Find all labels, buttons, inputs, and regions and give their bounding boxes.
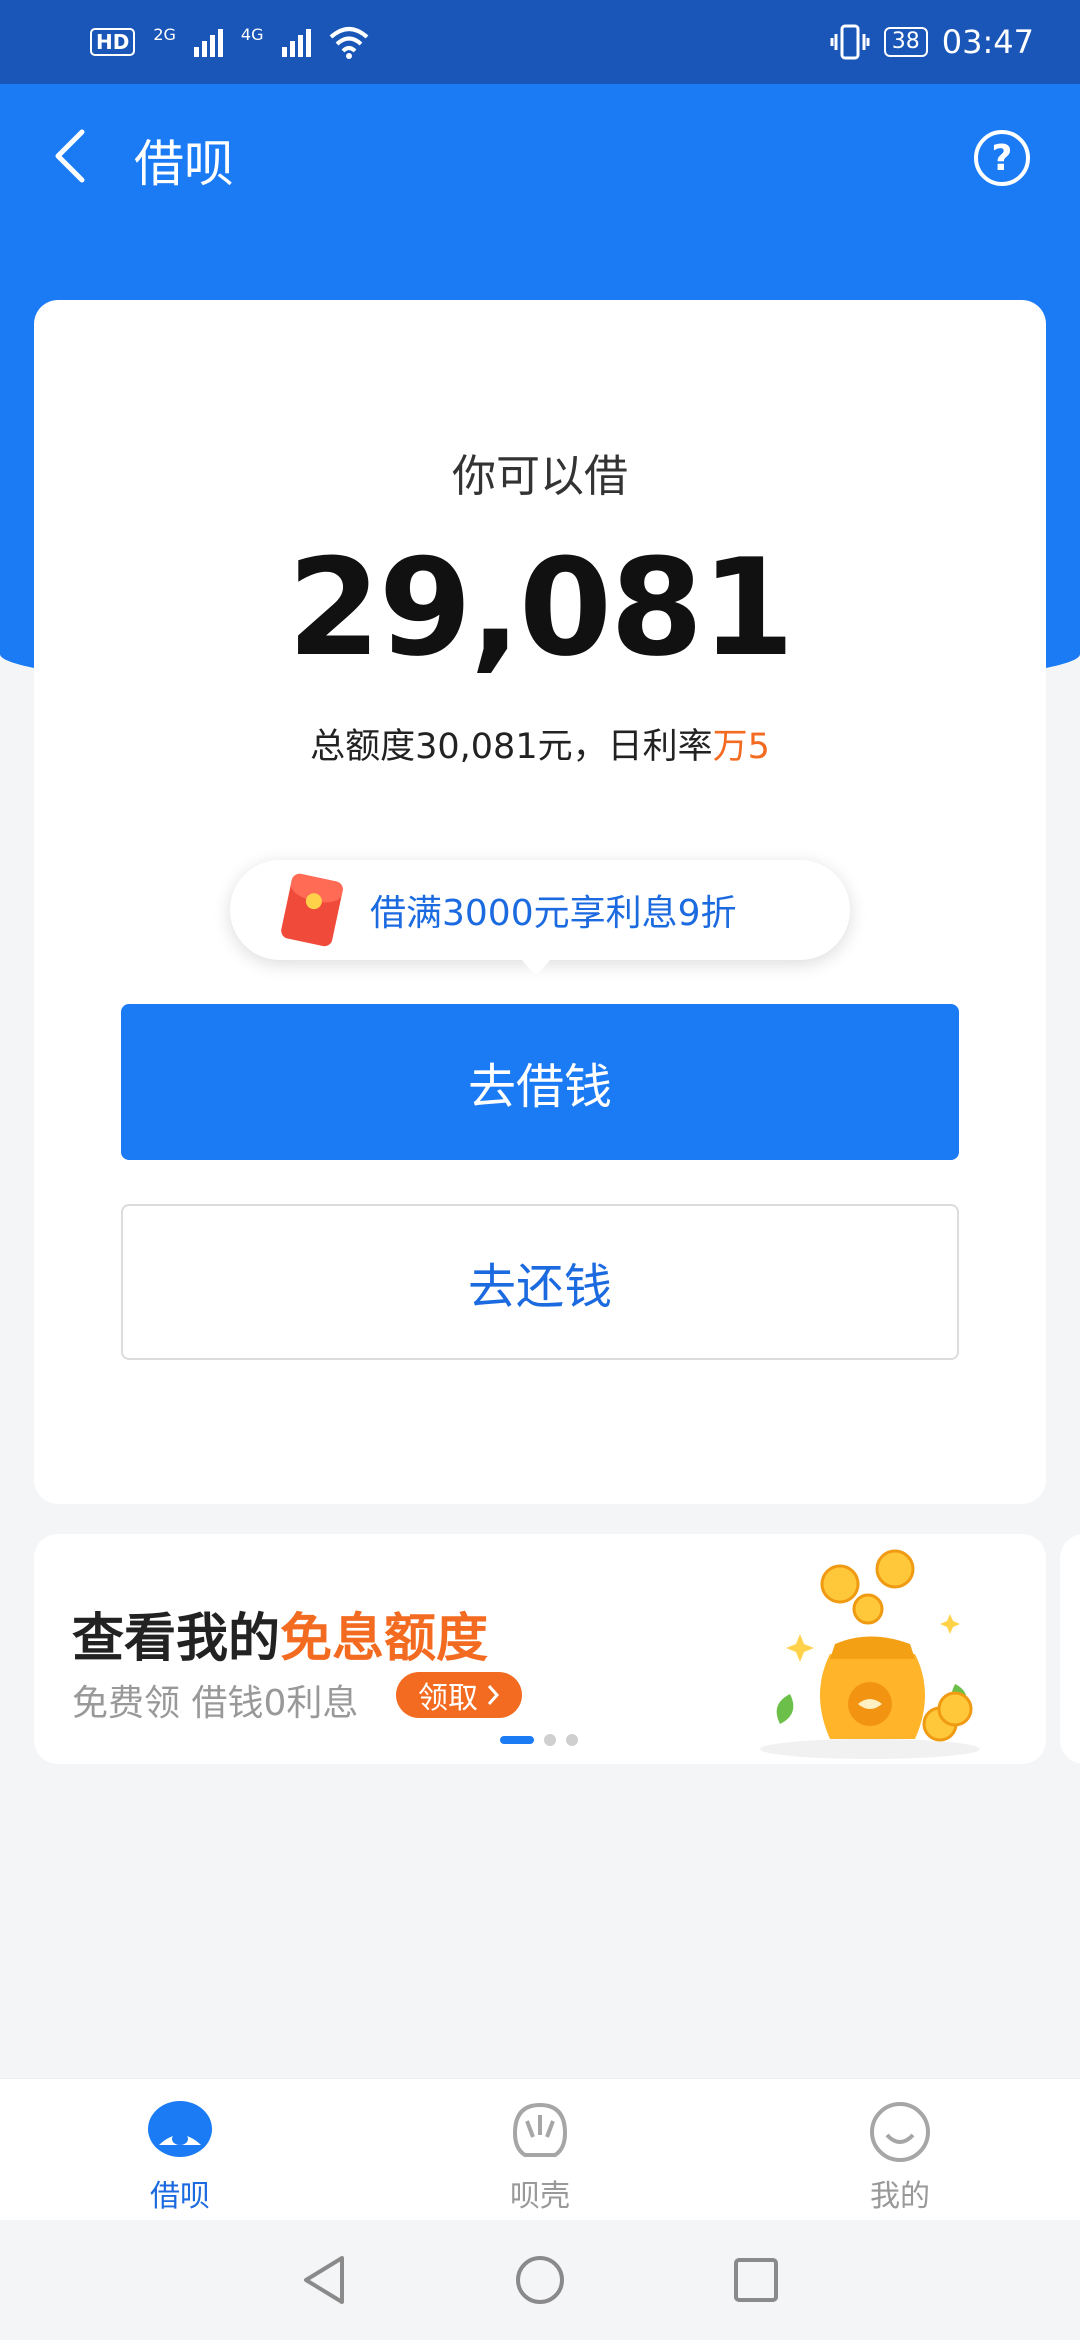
can-borrow-label: 你可以借 bbox=[452, 451, 628, 502]
page-title: 借呗 bbox=[134, 135, 234, 193]
hd-badge: HD bbox=[90, 28, 136, 56]
back-chevron-icon[interactable] bbox=[40, 126, 100, 186]
smiley-icon bbox=[870, 2102, 930, 2162]
tab-label: 借呗 bbox=[150, 2179, 210, 2214]
battery-indicator: 38 bbox=[883, 27, 928, 57]
nav-back-icon[interactable] bbox=[296, 2252, 352, 2308]
claim-button[interactable]: 领取 bbox=[396, 1672, 522, 1718]
borrow-card: 你可以借 29,081 总额度30,081元，日利率万5 借满3000元享利息9… bbox=[34, 300, 1046, 1504]
banner-pager bbox=[500, 1734, 578, 1746]
app-header: 借呗 ? bbox=[0, 84, 1080, 228]
tab-jiebei[interactable]: 借呗 bbox=[0, 2079, 360, 2220]
system-nav-bar bbox=[0, 2220, 1080, 2340]
status-right: 38 03:47 bbox=[830, 23, 1034, 61]
nav-recents-icon[interactable] bbox=[728, 2252, 784, 2308]
vibrate-icon bbox=[830, 24, 870, 60]
signal-icon bbox=[281, 27, 311, 57]
jiebei-shell-icon bbox=[148, 2101, 212, 2157]
claim-label: 领取 bbox=[418, 1681, 478, 1716]
tab-label: 呗壳 bbox=[510, 2179, 570, 2214]
chevron-right-icon bbox=[487, 1685, 500, 1705]
limit-rate-line: 总额度30,081元，日利率万5 bbox=[34, 718, 1046, 769]
sim1-network-label: 2G bbox=[153, 25, 176, 44]
sim2-network-label: 4G bbox=[240, 25, 264, 44]
banner-title: 查看我的免息额度 bbox=[72, 1596, 488, 1671]
pager-dot-active bbox=[500, 1736, 534, 1744]
tab-label: 我的 bbox=[870, 2179, 930, 2214]
bottom-tab-bar: 借呗 呗壳 我的 bbox=[0, 2078, 1080, 2220]
banner-subtitle: 免费领 借钱0利息 bbox=[72, 1683, 359, 1724]
tab-mine[interactable]: 我的 bbox=[720, 2079, 1080, 2220]
clock: 03:47 bbox=[941, 23, 1034, 61]
wifi-icon bbox=[329, 27, 368, 59]
banner-title-prefix: 查看我的 bbox=[72, 1609, 281, 1669]
borrow-button[interactable]: 去借钱 bbox=[121, 1004, 959, 1160]
tab-beike[interactable]: 呗壳 bbox=[360, 2079, 720, 2220]
limit-text: 总额度30,081元，日利率 bbox=[310, 727, 713, 767]
nav-home-icon[interactable] bbox=[512, 2252, 568, 2308]
status-bar: HD 2G 4G 38 03:47 bbox=[0, 0, 1080, 84]
pager-dot bbox=[566, 1734, 578, 1746]
red-packet-icon bbox=[279, 872, 345, 948]
repay-button[interactable]: 去还钱 bbox=[121, 1204, 959, 1360]
available-amount: 29,081 bbox=[287, 530, 794, 686]
status-left: HD 2G 4G bbox=[90, 25, 369, 59]
banner-title-highlight: 免息额度 bbox=[280, 1609, 489, 1669]
money-bag-icon bbox=[760, 1549, 980, 1759]
daily-rate: 万5 bbox=[712, 727, 770, 767]
signal-icon bbox=[193, 27, 223, 57]
promo-text: 借满3000元享利息9折 bbox=[370, 893, 737, 934]
promo-bubble[interactable]: 借满3000元享利息9折 bbox=[230, 860, 850, 976]
question-circle-icon[interactable]: ? bbox=[974, 130, 1030, 186]
interest-free-banner[interactable]: 查看我的免息额度 免费领 借钱0利息 领取 bbox=[34, 1534, 1046, 1764]
next-banner-peek bbox=[1060, 1534, 1080, 1764]
beike-shell-icon bbox=[512, 2102, 568, 2157]
pager-dot bbox=[544, 1734, 556, 1746]
